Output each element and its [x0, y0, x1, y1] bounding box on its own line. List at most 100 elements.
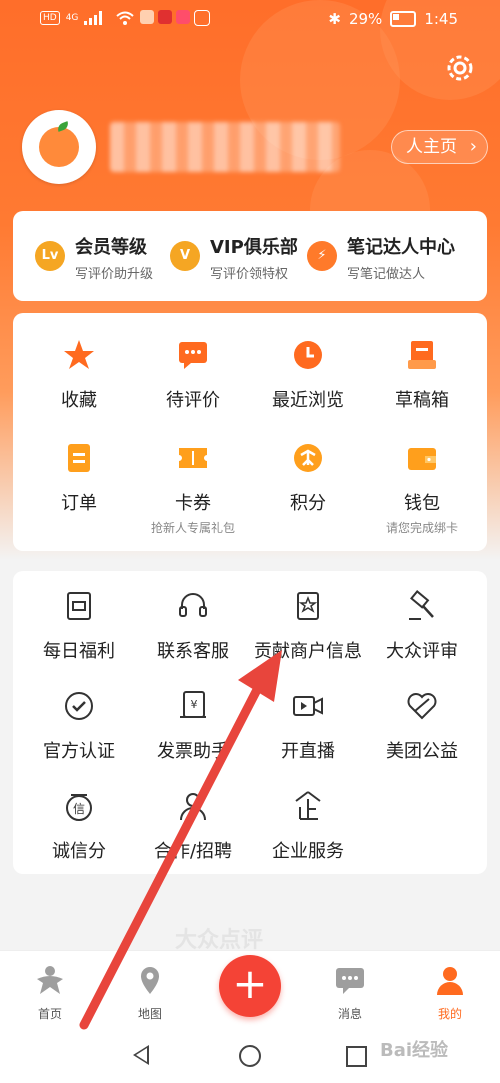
- gift-icon: [67, 592, 91, 620]
- service-label: 大众评审: [386, 641, 458, 662]
- service-label: 发票助手: [157, 741, 229, 762]
- app-notification-icons: [140, 10, 211, 26]
- service-invoice-assistant[interactable]: ¥ 发票助手: [134, 689, 252, 763]
- grid-item-coupons[interactable]: 卡券 抢新人专属礼包: [134, 441, 252, 536]
- service-label: 每日福利: [43, 641, 115, 662]
- level-icon: Lv: [35, 241, 65, 271]
- grid-item-favorites[interactable]: 收藏: [20, 338, 138, 412]
- grid-item-label: 订单: [61, 493, 97, 514]
- credit-icon: 信: [66, 794, 92, 821]
- settings-gear-icon[interactable]: [442, 50, 478, 86]
- tab-label: 地图: [137, 1007, 162, 1021]
- battery-icon: [390, 11, 417, 27]
- enterprise-icon: [295, 791, 321, 820]
- service-meituan-charity[interactable]: 美团公益: [363, 689, 481, 763]
- grid-item-label: 钱包: [404, 493, 440, 514]
- message-icon: [336, 968, 364, 994]
- chevron-right-icon: ›: [469, 136, 477, 157]
- member-benefits-card: Lv 会员等级 写评价助升级 V VIP俱乐部 写评价领特权 ⚡ 笔记达人中心 …: [13, 211, 487, 301]
- service-customer-support[interactable]: 联系客服: [134, 589, 252, 663]
- member-title: VIP俱乐部: [210, 237, 298, 258]
- member-title: 会员等级: [75, 237, 147, 258]
- points-icon: [294, 444, 322, 472]
- tab-mine[interactable]: 我的: [415, 963, 485, 1022]
- service-label: 合作/招聘: [153, 841, 233, 862]
- add-post-button[interactable]: +: [219, 955, 281, 1017]
- member-subtitle: 写评价助升级: [75, 267, 154, 282]
- vip-icon: V: [170, 241, 200, 271]
- grid-item-sublabel: 请您完成绑卡: [385, 521, 458, 535]
- nav-recents-icon[interactable]: [346, 1046, 367, 1067]
- store-badge-icon: [297, 592, 319, 620]
- gavel-icon: [409, 590, 434, 620]
- avatar[interactable]: [22, 110, 96, 184]
- battery-percent: 29%: [348, 10, 383, 28]
- service-official-cert[interactable]: 官方认证: [20, 689, 138, 763]
- service-partnership-hiring[interactable]: 合作/招聘: [134, 789, 252, 863]
- draft-icon: [408, 341, 436, 369]
- service-contribute-merchant[interactable]: 贡献商户信息: [249, 589, 367, 663]
- member-title: 笔记达人中心: [347, 237, 455, 258]
- invoice-icon: ¥: [180, 691, 206, 718]
- home-icon: [37, 966, 63, 994]
- clock-time: 1:45: [424, 10, 458, 28]
- check-circle-icon: [65, 692, 93, 720]
- homepage-label: 人主页: [406, 137, 457, 157]
- coupon-icon: [179, 448, 207, 468]
- grid-item-orders[interactable]: 订单: [20, 441, 138, 515]
- grid-item-drafts[interactable]: 草稿箱: [363, 338, 481, 412]
- profile-icon: [437, 967, 463, 995]
- svg-text:信: 信: [73, 802, 85, 816]
- video-icon: [293, 696, 323, 716]
- wallet-icon: [408, 448, 436, 470]
- tab-messages[interactable]: 消息: [315, 963, 385, 1022]
- member-subtitle: 写笔记做达人: [347, 267, 426, 282]
- baidu-jingyan-watermark: Bai经验: [380, 1040, 449, 1061]
- services-card: 每日福利 联系客服 贡献商户信息 大众评审 官方认证 ¥ 发票助手 开直播 美团…: [13, 571, 487, 874]
- personal-homepage-button[interactable]: 人主页 ›: [391, 130, 488, 164]
- service-label: 诚信分: [52, 841, 106, 862]
- nav-home-icon[interactable]: [239, 1045, 261, 1067]
- map-icon: [141, 967, 159, 994]
- tab-label: 我的: [437, 1007, 462, 1021]
- status-bar: HD 4G ✱ 29% 1:45: [0, 0, 500, 38]
- orange-avatar-icon: [39, 121, 79, 167]
- heart-icon: [407, 693, 437, 720]
- service-label: 美团公益: [386, 741, 458, 762]
- member-subtitle: 写评价领特权: [210, 267, 289, 282]
- grid-item-label: 草稿箱: [395, 390, 449, 411]
- grid-item-label: 卡券: [175, 493, 211, 514]
- service-daily-welfare[interactable]: 每日福利: [20, 589, 138, 663]
- tab-home[interactable]: 首页: [15, 963, 85, 1022]
- comment-icon: [179, 342, 207, 369]
- tab-label: 首页: [37, 1007, 62, 1021]
- tab-map[interactable]: 地图: [115, 963, 185, 1022]
- headset-icon: [179, 593, 207, 617]
- grid-item-recent[interactable]: 最近浏览: [249, 338, 367, 412]
- clock-icon: [294, 341, 322, 369]
- bulb-icon: ⚡: [307, 241, 337, 271]
- service-start-live[interactable]: 开直播: [249, 689, 367, 763]
- username-blurred: [110, 122, 340, 172]
- signal-icon: [84, 11, 103, 25]
- grid-item-pending-review[interactable]: 待评价: [134, 338, 252, 412]
- service-label: 开直播: [281, 741, 335, 762]
- nav-back-icon[interactable]: [133, 1045, 149, 1065]
- service-label: 联系客服: [157, 641, 229, 662]
- service-label: 官方认证: [43, 741, 115, 762]
- hd-indicator: HD: [40, 11, 60, 25]
- service-public-review[interactable]: 大众评审: [363, 589, 481, 663]
- service-label: 企业服务: [272, 841, 344, 862]
- main-functions-card: 收藏 待评价 最近浏览 草稿箱 订单 卡券 抢新人专属礼包 积分 钱包 请您完成…: [13, 313, 487, 551]
- service-enterprise[interactable]: 企业服务: [249, 789, 367, 863]
- order-icon: [68, 444, 90, 472]
- grid-item-points[interactable]: 积分: [249, 441, 367, 515]
- grid-item-label: 积分: [290, 493, 326, 514]
- grid-item-wallet[interactable]: 钱包 请您完成绑卡: [363, 441, 481, 536]
- grid-item-label: 收藏: [61, 390, 97, 411]
- service-credit-score[interactable]: 信 诚信分: [20, 789, 138, 863]
- service-label: 贡献商户信息: [254, 641, 362, 662]
- bluetooth-icon: ✱: [328, 10, 341, 28]
- grid-item-label: 最近浏览: [272, 390, 344, 411]
- svg-text:¥: ¥: [191, 698, 198, 711]
